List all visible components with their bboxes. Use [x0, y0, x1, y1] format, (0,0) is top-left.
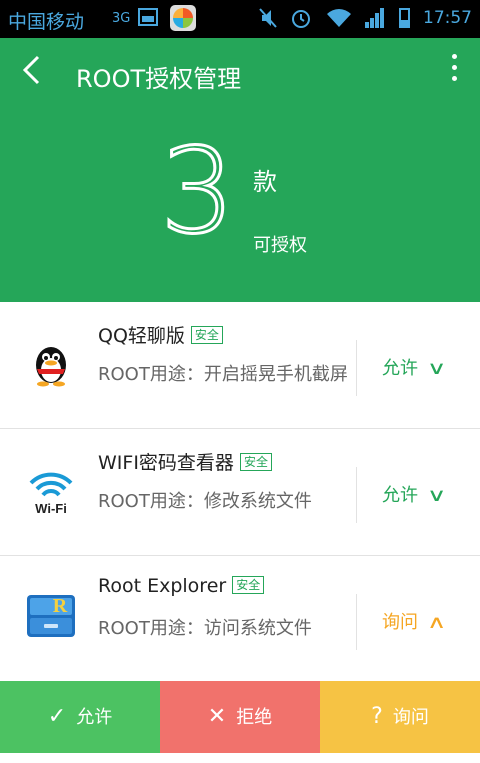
close-icon: ✕ [207, 704, 227, 729]
ask-button[interactable]: ? 询问 [320, 681, 480, 753]
more-menu-icon[interactable] [450, 54, 458, 88]
header: ROOT授权管理 3 款 可授权 [0, 38, 480, 302]
mute-icon [259, 8, 277, 28]
page-title: ROOT授权管理 [76, 65, 242, 93]
safe-badge: 安全 [239, 453, 272, 471]
chevron-down-icon: ∨ [426, 358, 447, 379]
bottom-spacer [0, 753, 480, 763]
qq-penguin-icon [22, 333, 80, 391]
app-name: QQ轻聊版 安全 [98, 321, 223, 348]
app-list: QQ轻聊版 安全 ROOT用途：开启摇晃手机截屏 允许 ∨ Wi-Fi WIFI密码… [0, 302, 480, 683]
divider [356, 594, 357, 650]
clock-time: 17:57 [423, 8, 472, 28]
allow-button[interactable]: ✓ 允许 [0, 681, 160, 753]
root-usage: ROOT用途：开启摇晃手机截屏 [98, 364, 348, 385]
permission-dropdown[interactable]: 允许 ∨ [382, 481, 446, 507]
battery-icon [398, 8, 410, 28]
count-unit: 款 [253, 168, 277, 196]
app-store-icon [170, 5, 196, 31]
authorizable-count: 3 [158, 122, 236, 260]
network-type: 3G [112, 11, 131, 26]
count-caption: 可授权 [253, 235, 307, 256]
status-bar: 中国移动 3G 17:57 [0, 0, 480, 38]
safe-badge: 安全 [190, 326, 223, 344]
svg-text:R: R [53, 595, 68, 617]
status-icons: 17:57 [251, 7, 472, 33]
safe-badge: 安全 [232, 576, 265, 594]
carrier-label: 中国移动 [8, 11, 85, 33]
root-explorer-icon: R [22, 587, 80, 645]
divider [356, 467, 357, 523]
chevron-down-icon: ∨ [426, 485, 447, 506]
permission-dropdown[interactable]: 询问 ∧ [382, 608, 446, 634]
question-icon: ? [371, 704, 383, 729]
back-arrow-icon[interactable] [20, 54, 42, 94]
permission-action-bar: ✓ 允许 ✕ 拒绝 ? 询问 [0, 681, 480, 753]
signal-icon [365, 8, 385, 28]
chevron-up-icon: ∧ [426, 612, 447, 633]
deny-button[interactable]: ✕ 拒绝 [160, 681, 320, 753]
wifi-icon [326, 9, 351, 27]
svg-text:Wi-Fi: Wi-Fi [35, 501, 67, 516]
divider [356, 340, 357, 396]
picture-icon [138, 8, 158, 26]
app-row-wifi: Wi-Fi WIFI密码查看器 安全 ROOT用途：修改系统文件 允许 ∨ [0, 429, 480, 556]
root-usage: ROOT用途：访问系统文件 [98, 618, 312, 639]
app-name: Root Explorer 安全 [98, 575, 265, 597]
app-row-root-explorer: R Root Explorer 安全 ROOT用途：访问系统文件 询问 ∧ [0, 556, 480, 683]
root-usage: ROOT用途：修改系统文件 [98, 491, 312, 512]
check-icon: ✓ [47, 704, 67, 729]
app-name: WIFI密码查看器 安全 [98, 448, 272, 475]
alarm-icon [292, 10, 311, 28]
app-row-qq: QQ轻聊版 安全 ROOT用途：开启摇晃手机截屏 允许 ∨ [0, 302, 480, 429]
permission-dropdown[interactable]: 允许 ∨ [382, 354, 446, 380]
wifi-app-icon: Wi-Fi [22, 460, 80, 518]
